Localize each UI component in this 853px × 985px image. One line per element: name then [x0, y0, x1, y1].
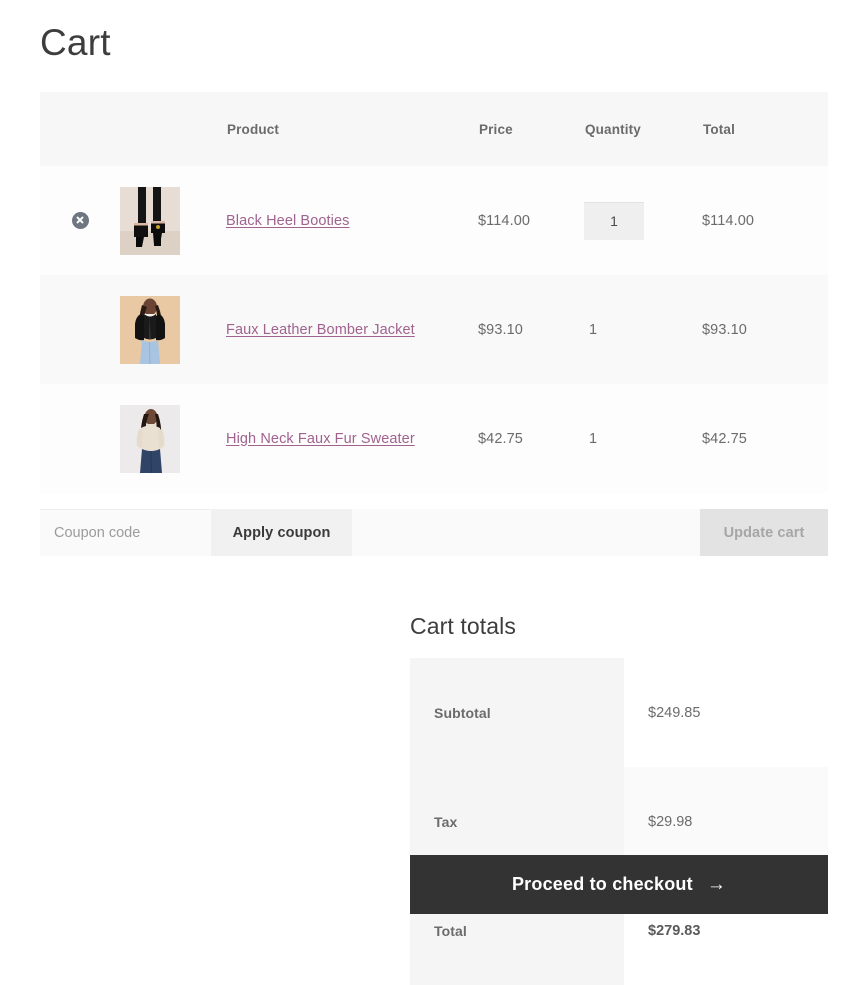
quantity-cell: [584, 166, 702, 275]
totals-label-subtotal: Subtotal: [410, 658, 624, 767]
column-header-product: Product: [227, 121, 280, 137]
product-price: $42.75: [478, 430, 523, 447]
product-price: $93.10: [478, 321, 523, 338]
quantity-value: 1: [589, 321, 598, 338]
column-header-remove: [40, 92, 118, 166]
checkout-button-label: Proceed to checkout: [511, 874, 693, 894]
faux-leather-bomber-jacket-thumbnail[interactable]: [120, 295, 180, 364]
product-name-cell: High Neck Faux Fur Sweater: [226, 384, 478, 493]
product-link[interactable]: Faux Leather Bomber Jacket: [226, 322, 415, 338]
remove-cell: [40, 166, 118, 275]
apply-coupon-button[interactable]: Apply coupon: [211, 509, 352, 556]
cart-totals-table: Subtotal $249.85 Tax $29.98 Total $279.8…: [410, 658, 828, 985]
thumbnail-cell: [118, 384, 226, 493]
cart-totals-body: Subtotal $249.85 Tax $29.98 Total $279.8…: [410, 658, 828, 985]
quantity-input[interactable]: [584, 201, 644, 240]
remove-item-icon[interactable]: [71, 211, 89, 229]
product-line-total: $42.75: [702, 430, 747, 447]
table-row: High Neck Faux Fur Sweater $42.75 1 $42.…: [40, 384, 828, 493]
remove-cell: [40, 384, 118, 493]
table-row: Faux Leather Bomber Jacket $93.10 1 $93.…: [40, 275, 828, 384]
cart-table-header-row: Product Price Quantity Total: [40, 92, 828, 166]
quantity-cell: 1: [584, 384, 702, 493]
proceed-to-checkout-button[interactable]: Proceed to checkout →: [410, 855, 828, 914]
column-header-thumbnail: [118, 92, 226, 166]
cart-actions-row: Apply coupon Update cart: [40, 509, 828, 556]
cart-table-body: Black Heel Booties $114.00 $114.00: [40, 166, 828, 493]
product-link[interactable]: High Neck Faux Fur Sweater: [226, 431, 415, 447]
totals-row-subtotal: Subtotal $249.85: [410, 658, 828, 767]
product-line-total: $93.10: [702, 321, 747, 338]
coupon-code-input[interactable]: [40, 509, 210, 556]
cart-items-table: Product Price Quantity Total Black Heel …: [40, 92, 828, 493]
cart-totals-heading: Cart totals: [410, 613, 516, 639]
table-row: Black Heel Booties $114.00 $114.00: [40, 166, 828, 275]
page-title: Cart: [40, 22, 111, 63]
product-name-cell: Black Heel Booties: [226, 166, 478, 275]
product-name-cell: Faux Leather Bomber Jacket: [226, 275, 478, 384]
column-header-price: Price: [479, 121, 513, 137]
cart-table-head: Product Price Quantity Total: [40, 92, 828, 166]
product-line-total: $114.00: [702, 212, 755, 229]
totals-value-subtotal: $249.85: [624, 658, 828, 767]
black-heel-booties-thumbnail[interactable]: [120, 186, 180, 255]
high-neck-faux-fur-sweater-thumbnail[interactable]: [120, 404, 180, 473]
quantity-value: 1: [589, 430, 598, 447]
cart-page: Cart Product Price Quantity Total Black …: [0, 0, 853, 985]
thumbnail-cell: [118, 166, 226, 275]
product-link[interactable]: Black Heel Booties: [226, 213, 350, 229]
arrow-right-icon: →: [706, 874, 727, 895]
remove-cell: [40, 275, 118, 384]
column-header-total: Total: [703, 121, 735, 137]
quantity-cell: 1: [584, 275, 702, 384]
product-price: $114.00: [478, 212, 531, 229]
update-cart-button[interactable]: Update cart: [700, 509, 828, 556]
column-header-quantity: Quantity: [585, 121, 641, 137]
thumbnail-cell: [118, 275, 226, 384]
